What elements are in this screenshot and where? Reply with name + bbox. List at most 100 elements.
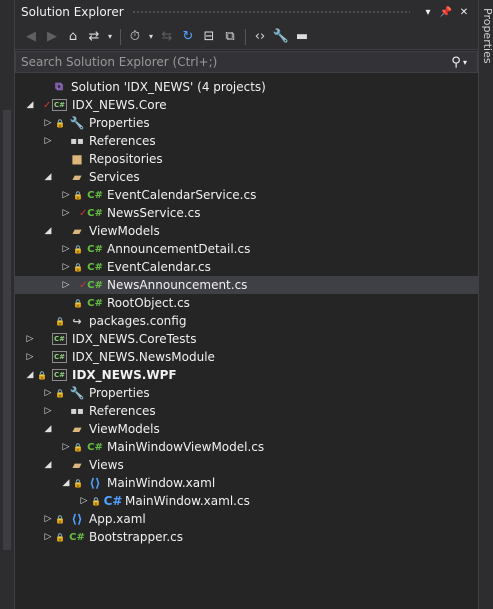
- expand-arrow-icon[interactable]: ▷: [23, 330, 37, 348]
- folder-icon: ■: [71, 152, 83, 166]
- show-all-files-icon[interactable]: ⧉: [220, 27, 240, 47]
- references-icon: ▪▪: [70, 135, 84, 147]
- search-icon[interactable]: ⚲: [449, 55, 463, 70]
- collapse-arrow-icon[interactable]: ◢: [23, 366, 37, 384]
- test-project-icon: C#: [52, 333, 67, 345]
- toolbar: ◀ ▶ ⌂ ⇄ ▾ ⏱ ▾ ⇆ ↻ ⊟ ⧉ ‹› 🔧 ▬: [15, 24, 478, 50]
- tree-node-label: ViewModels: [89, 422, 160, 436]
- tree-node[interactable]: ◢ ▰ Views: [15, 456, 478, 474]
- expand-arrow-icon[interactable]: ▷: [41, 510, 55, 528]
- tree-node[interactable]: ◢ ▰ Services: [15, 168, 478, 186]
- close-icon[interactable]: ✕: [456, 4, 472, 20]
- switch-views-icon[interactable]: ⇄: [84, 27, 104, 47]
- left-scrollbar[interactable]: [3, 110, 11, 550]
- tree-node[interactable]: ◢ 🔒 C# IDX_NEWS.WPF: [15, 366, 478, 384]
- expand-arrow-icon[interactable]: ▷: [23, 348, 37, 366]
- panel-title-bar[interactable]: Solution Explorer ▾ 📌 ✕: [15, 0, 478, 24]
- search-box[interactable]: Search Solution Explorer (Ctrl+;) ⚲ ▾: [15, 51, 478, 73]
- pin-icon[interactable]: 📌: [438, 4, 454, 20]
- back-icon[interactable]: ◀: [21, 27, 41, 47]
- tree-node[interactable]: ▷ 🔒 C# EventCalendarService.cs: [15, 186, 478, 204]
- tree-node-label: Properties: [89, 116, 150, 130]
- tree-node[interactable]: 🔒 C# RootObject.cs: [15, 294, 478, 312]
- source-control-lock-icon: 🔒: [73, 478, 83, 488]
- refresh-icon[interactable]: ↻: [178, 27, 198, 47]
- expand-arrow-icon[interactable]: ▷: [59, 240, 73, 258]
- source-control-lock-icon: 🔒: [73, 244, 83, 254]
- pending-changes-filter-icon[interactable]: ⏱: [125, 27, 145, 47]
- solution-tree: ⧉ Solution 'IDX_NEWS' (4 projects) ◢ ✓ C# IDX…: [15, 78, 478, 546]
- config-file-icon: ↪: [72, 314, 82, 328]
- csharp-file-icon: C#: [87, 243, 103, 255]
- properties-side-tab[interactable]: Properties: [481, 8, 493, 64]
- expand-arrow-icon[interactable]: ▷: [41, 114, 55, 132]
- tree-node-label: IDX_NEWS.CoreTests: [72, 332, 197, 346]
- tree-node[interactable]: ▷ 🔒 C# MainWindow.xaml.cs: [15, 492, 478, 510]
- tree-node[interactable]: ▷ 🔒 C# Bootstrapper.cs: [15, 528, 478, 546]
- tree-node[interactable]: ▷ 🔒 C# EventCalendar.cs: [15, 258, 478, 276]
- collapse-arrow-icon[interactable]: ◢: [41, 222, 55, 240]
- collapse-all-icon[interactable]: ⊟: [199, 27, 219, 47]
- tree-node[interactable]: ▷ 🔒 C# AnnouncementDetail.cs: [15, 240, 478, 258]
- collapse-arrow-icon[interactable]: ◢: [23, 96, 37, 114]
- preview-selected-items-icon[interactable]: ▬: [292, 27, 312, 47]
- tree-node-label: MainWindowViewModel.cs: [107, 440, 265, 454]
- folder-open-icon: ▰: [72, 422, 82, 436]
- toolbar-separator: [245, 28, 246, 45]
- tree-node-label: MainWindow.xaml: [107, 476, 216, 490]
- forward-icon[interactable]: ▶: [42, 27, 62, 47]
- tree-node[interactable]: ■ Repositories: [15, 150, 478, 168]
- tree-node[interactable]: ◢ ▰ ViewModels: [15, 222, 478, 240]
- source-control-lock-icon: 🔒: [37, 370, 47, 380]
- tree-node-label: ViewModels: [89, 224, 160, 238]
- expand-arrow-icon[interactable]: ▷: [59, 258, 73, 276]
- switch-views-dropdown-icon[interactable]: ▾: [105, 27, 115, 47]
- search-options-dropdown-icon[interactable]: ▾: [463, 58, 473, 67]
- expand-arrow-icon[interactable]: ▷: [59, 438, 73, 456]
- tree-node[interactable]: ▷ 🔒 🔧 Properties: [15, 114, 478, 132]
- expand-arrow-icon[interactable]: ▷: [59, 276, 73, 294]
- solution-explorer-panel: Solution Explorer ▾ 📌 ✕ ◀ ▶ ⌂ ⇄ ▾ ⏱ ▾ ⇆ …: [15, 0, 478, 609]
- home-icon[interactable]: ⌂: [63, 27, 83, 47]
- filter-dropdown-icon[interactable]: ▾: [146, 27, 156, 47]
- tree-node-label: Bootstrapper.cs: [89, 530, 183, 544]
- expand-arrow-icon[interactable]: ▷: [77, 492, 91, 510]
- tree-node[interactable]: ▷ 🔒 🔧 Properties: [15, 384, 478, 402]
- expand-arrow-icon[interactable]: ▷: [41, 402, 55, 420]
- collapse-arrow-icon[interactable]: ◢: [59, 474, 73, 492]
- tree-node[interactable]: ▷ ✓ C# NewsService.cs: [15, 204, 478, 222]
- tree-node[interactable]: ▷ C# IDX_NEWS.CoreTests: [15, 330, 478, 348]
- search-input[interactable]: Search Solution Explorer (Ctrl+;): [16, 55, 449, 69]
- title-grip[interactable]: [131, 9, 410, 15]
- sync-with-active-document-icon[interactable]: ⇆: [157, 27, 177, 47]
- window-position-menu-icon[interactable]: ▾: [420, 4, 436, 20]
- tree-node[interactable]: ▷ 🔒 ⟨⟩ App.xaml: [15, 510, 478, 528]
- expand-arrow-icon[interactable]: ▷: [59, 186, 73, 204]
- expand-arrow-icon[interactable]: ▷: [41, 132, 55, 150]
- tree-node[interactable]: ▷ ▪▪ References: [15, 402, 478, 420]
- tree-node[interactable]: ◢ ✓ C# IDX_NEWS.Core: [15, 96, 478, 114]
- tree-node-label: NewsService.cs: [107, 206, 201, 220]
- collapse-arrow-icon[interactable]: ◢: [41, 456, 55, 474]
- checked-out-icon: ✓: [43, 99, 52, 111]
- collapse-arrow-icon[interactable]: ◢: [41, 420, 55, 438]
- expand-arrow-icon[interactable]: ▷: [41, 528, 55, 546]
- tree-node[interactable]: ◢ 🔒 ⟨⟩ MainWindow.xaml: [15, 474, 478, 492]
- folder-open-icon: ▰: [72, 458, 82, 472]
- tree-node[interactable]: 🔒 ↪ packages.config: [15, 312, 478, 330]
- expand-arrow-icon[interactable]: ▷: [41, 384, 55, 402]
- tree-node[interactable]: ▷ ▪▪ References: [15, 132, 478, 150]
- tree-node-label: References: [89, 404, 156, 418]
- tree-node[interactable]: ⧉ Solution 'IDX_NEWS' (4 projects): [15, 78, 478, 96]
- tree-node[interactable]: ◢ ▰ ViewModels: [15, 420, 478, 438]
- tree-node[interactable]: ▷ C# IDX_NEWS.NewsModule: [15, 348, 478, 366]
- expand-arrow-icon[interactable]: ▷: [59, 204, 73, 222]
- properties-wrench-icon[interactable]: 🔧: [271, 27, 291, 47]
- view-code-icon[interactable]: ‹›: [250, 27, 270, 47]
- csharp-file-icon: C#: [87, 261, 103, 273]
- collapse-arrow-icon[interactable]: ◢: [41, 168, 55, 186]
- tree-node-label: RootObject.cs: [107, 296, 190, 310]
- csharp-project-icon: C#: [52, 369, 67, 381]
- tree-node[interactable]: ▷ 🔒 C# MainWindowViewModel.cs: [15, 438, 478, 456]
- tree-node[interactable]: ▷ ✓ C# NewsAnnouncement.cs: [15, 276, 478, 294]
